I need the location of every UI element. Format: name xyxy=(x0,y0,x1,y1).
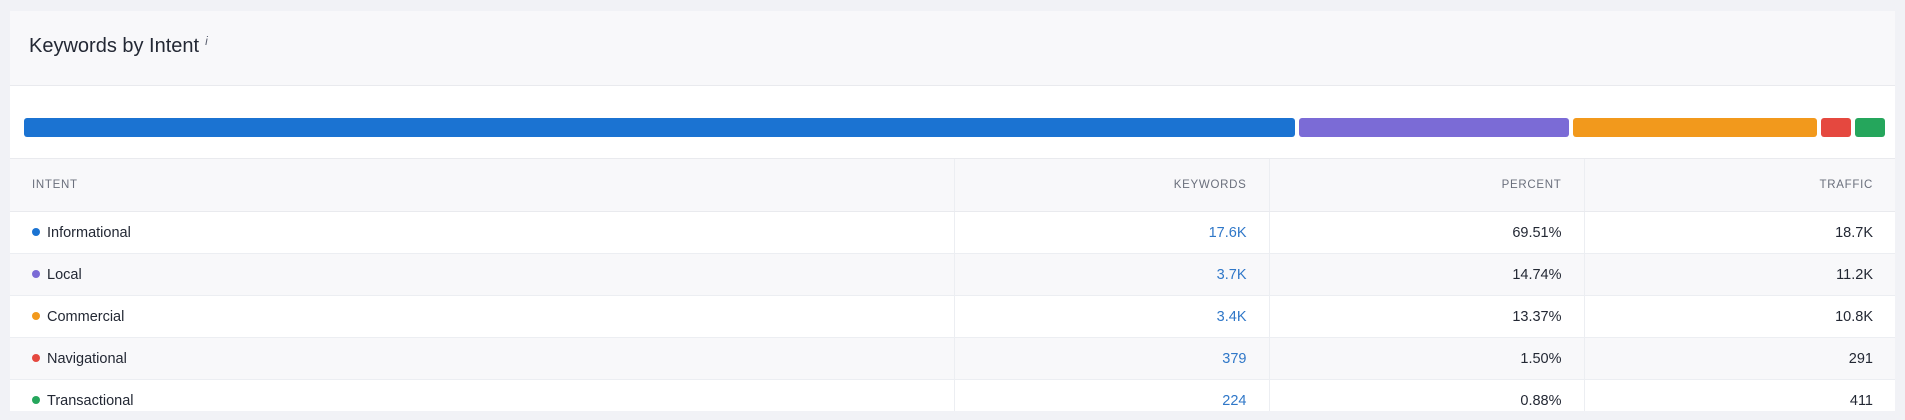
traffic-cell: 18.7K xyxy=(1583,211,1895,254)
keywords-cell: 3.4K xyxy=(953,295,1269,338)
bar-segment-transactional[interactable] xyxy=(1855,118,1885,137)
percent-cell: 69.51% xyxy=(1268,211,1584,254)
intent-cell: Informational xyxy=(10,211,954,254)
intent-color-dot xyxy=(32,353,40,362)
widget-header: Keywords by Intent i xyxy=(10,11,1895,86)
keywords-count-link[interactable]: 224 xyxy=(1222,393,1246,409)
intent-label: Informational xyxy=(47,224,131,241)
percent-cell: 14.74% xyxy=(1268,253,1584,296)
intent-label: Local xyxy=(47,266,82,283)
intent-color-dot xyxy=(32,227,40,236)
widget-title: Keywords by Intent xyxy=(29,34,200,57)
keywords-cell: 17.6K xyxy=(953,211,1269,254)
info-icon[interactable]: i xyxy=(205,34,208,48)
intent-distribution-bar xyxy=(24,118,1885,137)
traffic-cell: 10.8K xyxy=(1583,295,1895,338)
keywords-by-intent-widget: Keywords by Intent i Intent Keywords Per… xyxy=(10,11,1895,411)
table-header-row: Intent Keywords Percent Traffic xyxy=(10,158,1895,212)
traffic-cell: 11.2K xyxy=(1583,253,1895,296)
intent-table: Intent Keywords Percent Traffic Informat… xyxy=(10,158,1895,411)
traffic-cell: 291 xyxy=(1583,337,1895,380)
table-row: Local 3.7K 14.74% 11.2K xyxy=(10,253,1895,296)
table-row: Navigational 379 1.50% 291 xyxy=(10,337,1895,380)
intent-color-dot xyxy=(32,311,40,320)
percent-cell: 13.37% xyxy=(1268,295,1584,338)
intent-label: Transactional xyxy=(47,392,134,409)
keywords-cell: 379 xyxy=(953,337,1269,380)
column-header-traffic[interactable]: Traffic xyxy=(1583,158,1895,212)
traffic-cell: 411 xyxy=(1583,379,1895,411)
column-header-percent[interactable]: Percent xyxy=(1268,158,1584,212)
keywords-count-link[interactable]: 379 xyxy=(1222,351,1246,367)
table-row: Informational 17.6K 69.51% 18.7K xyxy=(10,211,1895,254)
intent-color-dot xyxy=(32,395,40,404)
column-header-intent[interactable]: Intent xyxy=(10,158,954,212)
percent-cell: 1.50% xyxy=(1268,337,1584,380)
intent-label: Navigational xyxy=(47,350,127,367)
keywords-cell: 3.7K xyxy=(953,253,1269,296)
bar-segment-navigational[interactable] xyxy=(1821,118,1851,137)
keywords-cell: 224 xyxy=(953,379,1269,411)
bar-segment-local[interactable] xyxy=(1299,118,1569,137)
keywords-count-link[interactable]: 17.6K xyxy=(1209,225,1247,241)
intent-cell: Commercial xyxy=(10,295,954,338)
intent-distribution-section xyxy=(10,86,1895,158)
intent-cell: Navigational xyxy=(10,337,954,380)
intent-cell: Transactional xyxy=(10,379,954,411)
percent-cell: 0.88% xyxy=(1268,379,1584,411)
intent-color-dot xyxy=(32,269,40,278)
column-header-keywords[interactable]: Keywords xyxy=(953,158,1269,212)
keywords-count-link[interactable]: 3.4K xyxy=(1217,309,1247,325)
table-row: Transactional 224 0.88% 411 xyxy=(10,379,1895,411)
intent-label: Commercial xyxy=(47,308,125,325)
bar-segment-informational[interactable] xyxy=(24,118,1295,137)
intent-cell: Local xyxy=(10,253,954,296)
bar-segment-commercial[interactable] xyxy=(1572,118,1817,137)
keywords-count-link[interactable]: 3.7K xyxy=(1217,267,1247,283)
table-row: Commercial 3.4K 13.37% 10.8K xyxy=(10,295,1895,338)
